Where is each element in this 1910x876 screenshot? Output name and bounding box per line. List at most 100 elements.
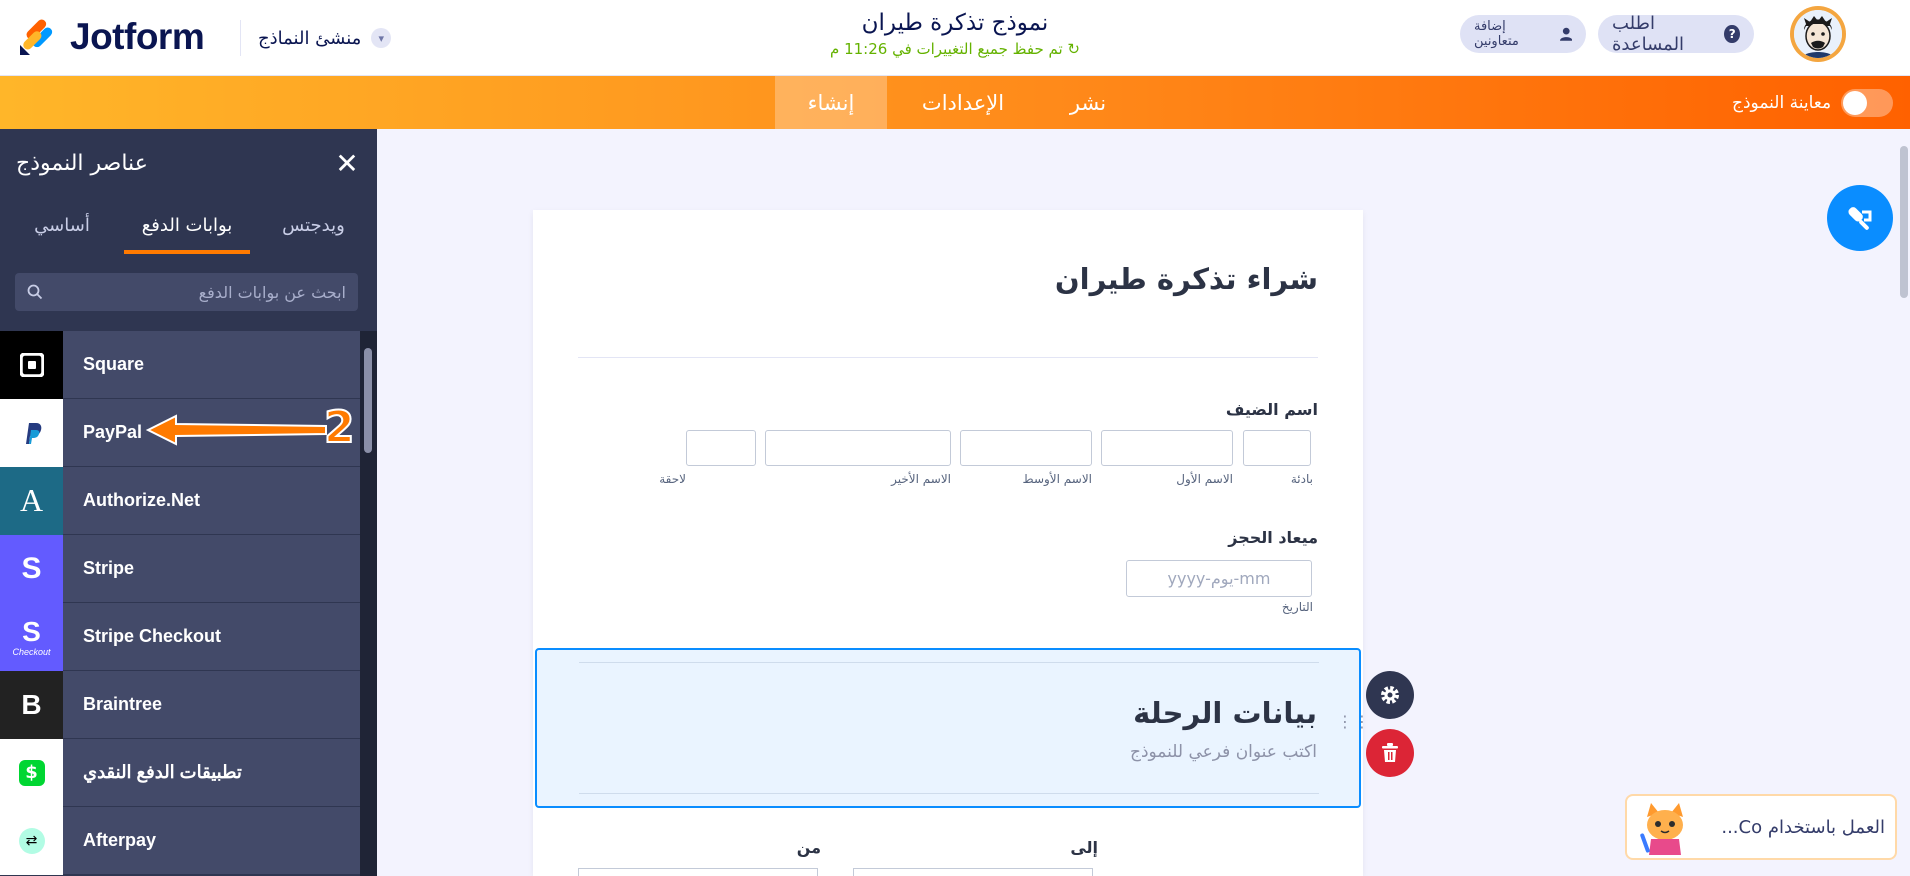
item-label: تطبيقات الدفع النقدي: [83, 762, 242, 782]
close-icon[interactable]: ✕: [333, 147, 361, 180]
cash-app-logo-icon: $: [0, 738, 63, 807]
form-designer-button[interactable]: [1827, 185, 1893, 251]
save-status: ↻ تم حفظ جميع التغييرات في 11:26 م: [830, 40, 1080, 58]
invite-label: إضافة متعاونين: [1474, 19, 1519, 49]
tab-widgets[interactable]: ويدجتس: [250, 197, 377, 253]
square-logo-icon: [0, 331, 63, 399]
item-label: Braintree: [83, 694, 163, 714]
suffix-input[interactable]: [686, 430, 756, 466]
stripe-logo-icon: S: [0, 534, 63, 603]
panel-scrollbar[interactable]: [364, 348, 372, 453]
panel-title: عناصر النموذج: [16, 150, 148, 176]
form-title[interactable]: نموذج تذكرة طيران: [700, 10, 1210, 36]
last-name-input[interactable]: [765, 430, 951, 466]
search-icon: [27, 284, 43, 300]
from-input[interactable]: [578, 868, 818, 876]
logo-text: Jotform: [70, 16, 205, 57]
form-heading[interactable]: شراء تذكرة طيران: [1055, 262, 1318, 296]
panel-header: عناصر النموذج ✕: [0, 129, 377, 197]
question-icon: ?: [1724, 25, 1740, 43]
cat-mascot-icon: [1640, 803, 1683, 855]
braintree-logo-icon: B: [0, 670, 63, 739]
heading-divider: [578, 357, 1318, 358]
suffix-sublabel: لاحقة: [659, 472, 686, 486]
item-label: Afterpay: [83, 830, 157, 850]
search-input[interactable]: [51, 282, 346, 302]
prefix-input[interactable]: [1243, 430, 1311, 466]
annotation-number: 2: [323, 401, 356, 454]
paypal-logo-icon: [0, 398, 63, 467]
item-label: PayPal: [83, 422, 143, 442]
section-divider-top: [579, 662, 1319, 663]
to-input[interactable]: [853, 868, 1093, 876]
help-label: اطلب المساعدة: [1612, 13, 1685, 55]
builder-switcher[interactable]: منشئ النماذج ▾: [258, 22, 392, 54]
prefix-sublabel: بادئة: [1290, 472, 1313, 486]
stripe-checkout-logo-icon: S Checkout: [0, 602, 63, 671]
from-label: من: [796, 838, 821, 857]
to-label: إلى: [1070, 838, 1098, 857]
section-divider-bottom: [579, 793, 1319, 794]
tab-settings[interactable]: الإعدادات: [887, 76, 1039, 129]
list-item-square[interactable]: Square: [0, 331, 360, 399]
list-item-stripe-checkout[interactable]: S Checkout Stripe Checkout: [0, 602, 360, 671]
tab-basic[interactable]: أساسي: [0, 197, 124, 253]
header-divider: [240, 20, 241, 56]
section-title[interactable]: بيانات الرحلة: [1133, 696, 1317, 730]
chevron-down-icon: ▾: [371, 28, 392, 48]
list-item-authorize-net[interactable]: A Authorize.Net: [0, 466, 360, 535]
get-help-button[interactable]: اطلب المساعدة ?: [1598, 13, 1754, 55]
add-collaborators-button[interactable]: إضافة متعاونين: [1460, 15, 1586, 53]
middle-name-sublabel: الاسم الأوسط: [1022, 472, 1092, 486]
authorize-net-logo-icon: A: [0, 466, 63, 535]
tab-build[interactable]: إنشاء: [775, 76, 887, 129]
gear-icon: [1381, 686, 1399, 704]
last-name-sublabel: الاسم الأخير: [891, 472, 951, 486]
annotation-arrow: [146, 414, 327, 446]
delete-field-button[interactable]: [1366, 729, 1414, 777]
payment-search: [15, 273, 358, 311]
item-label: Stripe Checkout: [83, 626, 222, 646]
first-name-sublabel: الاسم الأول: [1176, 472, 1233, 486]
ai-agent-box[interactable]: العمل باستخدام Co...: [1625, 794, 1897, 860]
list-item-braintree[interactable]: B Braintree: [0, 670, 360, 739]
guest-name-label: اسم الضيف: [1225, 400, 1318, 419]
list-item-cash-app[interactable]: $ تطبيقات الدفع النقدي: [0, 738, 360, 807]
trash-icon: [1382, 743, 1398, 762]
preview-label: معاينة النموذج: [1732, 92, 1832, 113]
panel-tabs: أساسي بوابات الدفع ويدجتس: [0, 197, 377, 253]
drag-handle-icon[interactable]: ⋮⋮: [1337, 714, 1371, 730]
builder-navbar: إنشاء الإعدادات نشر معاينة النموذج: [0, 76, 1910, 129]
ai-agent-label: العمل باستخدام Co...: [1721, 816, 1885, 838]
form-elements-panel: عناصر النموذج ✕ أساسي بوابات الدفع ويدجت…: [0, 129, 377, 876]
builder-label: منشئ النماذج: [258, 27, 362, 49]
section-subtitle-placeholder[interactable]: اكتب عنوان فرعي للنموذج: [1130, 742, 1317, 762]
booking-date-label: ميعاد الحجز: [1228, 528, 1318, 547]
user-avatar[interactable]: [1790, 6, 1846, 62]
date-sublabel: التاريخ: [1281, 600, 1313, 614]
item-label: Authorize.Net: [83, 490, 200, 510]
preview-toggle[interactable]: [1841, 88, 1894, 117]
first-name-input[interactable]: [1101, 430, 1233, 466]
jotform-logo-icon: [20, 19, 53, 55]
preview-form-toggle-wrap: معاينة النموذج: [1732, 86, 1894, 119]
middle-name-input[interactable]: [960, 430, 1092, 466]
paint-roller-icon: [1848, 207, 1872, 230]
checkout-caption: Checkout: [12, 646, 51, 657]
item-label: Square: [83, 354, 145, 374]
tab-publish[interactable]: نشر: [1039, 76, 1137, 129]
tab-payments[interactable]: بوابات الدفع: [124, 197, 250, 253]
toggle-knob: [1843, 90, 1868, 115]
active-tab-indicator: [124, 250, 250, 254]
user-icon: [1559, 27, 1572, 41]
avatar-image: [1794, 10, 1842, 58]
field-settings-button[interactable]: [1366, 671, 1414, 719]
top-header: Jotform منشئ النماذج ▾ نموذج تذكرة طيران…: [0, 0, 1910, 76]
list-item-afterpay[interactable]: ⇄ Afterpay: [0, 806, 360, 875]
list-item-stripe[interactable]: S Stripe: [0, 534, 360, 603]
canvas-scrollbar[interactable]: [1900, 146, 1908, 298]
date-input[interactable]: yyyy-يوم-mm: [1126, 560, 1312, 597]
selected-heading-field[interactable]: بيانات الرحلة اكتب عنوان فرعي للنموذج: [535, 648, 1361, 808]
item-label: Stripe: [83, 558, 135, 578]
jotform-logo[interactable]: Jotform: [18, 12, 205, 62]
